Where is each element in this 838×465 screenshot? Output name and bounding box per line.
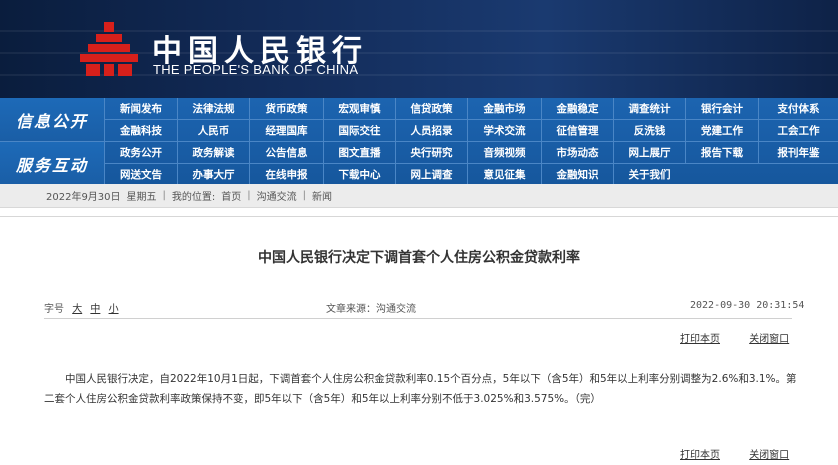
nav-item-section2_rows-1-0[interactable]: 网送文告	[104, 164, 177, 185]
nav-item-section2_rows-0-6[interactable]: 市场动态	[541, 142, 613, 163]
breadcrumb-communication-link[interactable]: 沟通交流	[257, 188, 297, 203]
nav-section-label: 服务互动	[0, 142, 104, 185]
nav-item-section1_rows-0-2[interactable]: 货币政策	[249, 98, 323, 119]
nav-item-section1_rows-0-1[interactable]: 法律法规	[177, 98, 249, 119]
font-size-selector: 字号 大 中 小	[44, 300, 119, 315]
nav-item-section1_rows-0-7[interactable]: 调查统计	[613, 98, 685, 119]
location-label: 我的位置:	[171, 192, 216, 203]
nav-section-label: 信息公开	[0, 98, 104, 141]
current-date: 2022年9月30日	[46, 192, 121, 203]
nav-item-section2_rows-0-9[interactable]: 报刊年鉴	[758, 142, 838, 163]
nav-item-section2_rows-1-7[interactable]: 关于我们	[613, 164, 685, 185]
close-window-link[interactable]: 关闭窗口	[749, 334, 789, 345]
breadcrumb: 2022年9月30日 星期五 | 我的位置: 首页 | 沟通交流 | 新闻	[0, 184, 838, 208]
nav-item-section1_rows-1-6[interactable]: 征信管理	[541, 120, 613, 141]
breadcrumb-home-link[interactable]: 首页	[221, 188, 241, 203]
close-window-link[interactable]: 关闭窗口	[749, 450, 789, 461]
nav-item-section2_rows-1-4[interactable]: 网上调查	[395, 164, 467, 185]
nav-grid-info: 新闻发布 法律法规 货币政策 宏观审慎 信贷政策 金融市场 金融稳定 调查统计 银行会计 支付体系…	[104, 98, 838, 141]
breadcrumb-news-link[interactable]: 新闻	[312, 188, 332, 203]
article-actions-bottom: 打印本页 关闭窗口	[654, 446, 789, 461]
font-size-large-link[interactable]: 大	[72, 304, 82, 315]
font-size-small-link[interactable]: 小	[109, 304, 119, 315]
font-size-medium-link[interactable]: 中	[90, 304, 100, 315]
nav-item-section1_rows-1-8[interactable]: 党建工作	[685, 120, 758, 141]
site-title-en: THE PEOPLE'S BANK OF CHINA	[153, 62, 359, 77]
divider	[44, 318, 792, 319]
print-page-link[interactable]: 打印本页	[680, 450, 720, 461]
nav-item-section1_rows-1-9[interactable]: 工会工作	[758, 120, 838, 141]
pboc-logo-icon	[80, 22, 138, 76]
font-size-label: 字号	[44, 304, 64, 315]
nav-item-section1_rows-0-4[interactable]: 信贷政策	[395, 98, 467, 119]
article-source: 文章来源：沟通交流	[326, 304, 416, 315]
nav-item-section1_rows-0-5[interactable]: 金融市场	[467, 98, 541, 119]
nav-item-section2_rows-0-4[interactable]: 央行研究	[395, 142, 467, 163]
nav-item-section1_rows-1-0[interactable]: 金融科技	[104, 120, 177, 141]
nav-item-section1_rows-0-0[interactable]: 新闻发布	[104, 98, 177, 119]
nav-item-section1_rows-0-8[interactable]: 银行会计	[685, 98, 758, 119]
nav-item-section2_rows-0-7[interactable]: 网上展厅	[613, 142, 685, 163]
article-title: 中国人民银行决定下调首套个人住房公积金贷款利率	[258, 250, 580, 266]
nav-item-section1_rows-1-1[interactable]: 人民币	[177, 120, 249, 141]
print-page-link[interactable]: 打印本页	[680, 334, 720, 345]
nav-section-info: 信息公开 新闻发布 法律法规 货币政策 宏观审慎 信贷政策 金融市场 金融稳定 调查统计 银行会…	[0, 98, 838, 141]
nav-item-section2_rows-1-2[interactable]: 在线申报	[249, 164, 323, 185]
nav-item-section1_rows-0-3[interactable]: 宏观审慎	[323, 98, 395, 119]
nav-item-section1_rows-1-7[interactable]: 反洗钱	[613, 120, 685, 141]
nav-item-section1_rows-1-4[interactable]: 人员招录	[395, 120, 467, 141]
nav-item-section1_rows-0-6[interactable]: 金融稳定	[541, 98, 613, 119]
article-timestamp: 2022-09-30 20:31:54	[690, 300, 805, 311]
nav-item-section1_rows-1-3[interactable]: 国际交往	[323, 120, 395, 141]
main-navigation: 信息公开 新闻发布 法律法规 货币政策 宏观审慎 信贷政策 金融市场 金融稳定 调查统计 银行会…	[0, 98, 838, 185]
nav-section-service: 服务互动 政务公开 政务解读 公告信息 图文直播 央行研究 音频视频 市场动态 网上展厅 报告下…	[0, 141, 838, 185]
nav-item-section2_rows-0-8[interactable]: 报告下载	[685, 142, 758, 163]
nav-item-section1_rows-1-2[interactable]: 经理国库	[249, 120, 323, 141]
current-weekday: 星期五	[126, 192, 157, 203]
nav-item-section2_rows-0-3[interactable]: 图文直播	[323, 142, 395, 163]
nav-item-section2_rows-0-5[interactable]: 音频视频	[467, 142, 541, 163]
article-actions-top: 打印本页 关闭窗口	[654, 330, 789, 345]
header-banner: 中国人民银行 THE PEOPLE'S BANK OF CHINA	[0, 0, 838, 98]
nav-item-section2_rows-0-0[interactable]: 政务公开	[104, 142, 177, 163]
nav-item-section2_rows-1-5[interactable]: 意见征集	[467, 164, 541, 185]
nav-item-section2_rows-1-1[interactable]: 办事大厅	[177, 164, 249, 185]
nav-item-section2_rows-0-1[interactable]: 政务解读	[177, 142, 249, 163]
nav-item-section2_rows-1-3[interactable]: 下载中心	[323, 164, 395, 185]
article-panel: 中国人民银行决定下调首套个人住房公积金贷款利率 字号 大 中 小 文章来源：沟通…	[0, 216, 838, 465]
nav-grid-service: 政务公开 政务解读 公告信息 图文直播 央行研究 音频视频 市场动态 网上展厅 报告下载 报刊年鉴…	[104, 142, 838, 185]
nav-item-section1_rows-0-9[interactable]: 支付体系	[758, 98, 838, 119]
nav-item-section1_rows-1-5[interactable]: 学术交流	[467, 120, 541, 141]
nav-item-section2_rows-1-6[interactable]: 金融知识	[541, 164, 613, 185]
nav-item-section2_rows-0-2[interactable]: 公告信息	[249, 142, 323, 163]
article-body: 中国人民银行决定，自2022年10月1日起，下调首套个人住房公积金贷款利率0.1…	[44, 373, 797, 405]
